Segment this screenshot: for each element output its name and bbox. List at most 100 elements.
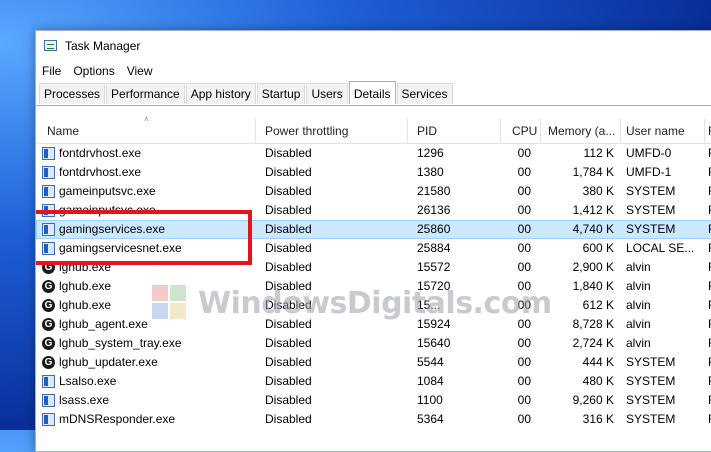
memory-value: 612 K [582,298,614,312]
column-separator[interactable] [704,119,705,143]
pid-value: 1100 [417,393,443,407]
column-header-user-name[interactable]: User name [626,119,685,143]
table-row[interactable]: lsass.exeDisabled1100009,260 KSYSTEMR [36,391,711,410]
column-header-power-throttling[interactable]: Power throttling [265,119,348,143]
windowsdigitals-logo-icon [152,285,188,321]
power-throttling-value: Disabled [265,222,312,236]
window-process-icon [42,147,55,160]
pid-value: 25860 [417,222,451,236]
user-name-value: SYSTEM [626,355,676,369]
cpu-value: 00 [517,184,531,198]
user-name-value: alvin [626,317,651,331]
cpu-value: 00 [517,374,531,388]
memory-value: 8,728 K [572,317,614,331]
window-process-icon [42,413,55,426]
pid-value: 1296 [417,146,444,160]
memory-value: 4,740 K [572,222,614,236]
user-name-value: SYSTEM [626,412,676,426]
column-header-memory[interactable]: Memory (a... [548,119,618,143]
cpu-value: 00 [517,393,531,407]
cpu-value: 00 [517,336,531,350]
user-name-value: alvin [626,279,651,293]
menu-options[interactable]: Options [67,62,120,82]
power-throttling-value: Disabled [265,374,312,388]
process-name: fontdrvhost.exe [59,146,142,160]
memory-value: 600 K [582,241,614,255]
process-name: Lsalso.exe [59,374,117,388]
window-process-icon [42,375,55,388]
column-header-cpu[interactable]: CPU [512,119,537,143]
column-separator[interactable] [620,119,621,143]
watermark: WindowsDigitals.com [152,283,552,323]
memory-value: 1,412 K [572,203,614,217]
memory-value: 9,260 K [572,393,614,407]
logitech-g-icon: G [42,318,55,331]
tab-startup[interactable]: Startup [256,83,306,104]
window-title: Task Manager [65,39,141,53]
table-row[interactable]: Lsalso.exeDisabled108400480 KSYSTEMR [36,372,711,391]
tab-services[interactable]: Services [396,83,453,104]
tab-users[interactable]: Users [306,83,348,104]
tab-processes[interactable]: Processes [39,83,106,104]
user-name-value: alvin [626,260,651,274]
column-header-pid[interactable]: PID [417,119,437,143]
power-throttling-value: Disabled [265,393,312,407]
process-name: lsass.exe [59,393,110,407]
tab-app-history[interactable]: App history [185,83,256,104]
tab-details[interactable]: Details [348,81,396,104]
column-separator[interactable] [255,119,256,143]
user-name-value: SYSTEM [626,203,676,217]
memory-value: 444 K [582,355,614,369]
table-row[interactable]: gameinputsvc.exe Disabled 21580 00 380 K SYST… [36,182,711,201]
cpu-value: 00 [517,165,531,179]
power-throttling-value: Disabled [265,355,312,369]
pid-value: 26136 [417,203,451,217]
task-manager-window: Task Manager File Options View Processes… [35,30,711,452]
logitech-g-icon: G [42,299,55,312]
cpu-value: 00 [517,260,531,274]
memory-value: 1,784 K [572,165,614,179]
column-separator[interactable] [540,119,541,143]
memory-value: 2,900 K [572,260,614,274]
power-throttling-value: Disabled [265,146,312,160]
logitech-g-icon: G [42,337,55,350]
menu-bar: File Options View [36,62,159,82]
window-process-icon [42,166,55,179]
table-row[interactable]: mDNSResponder.exe Disabled 5364 00 316 K SYST… [36,410,711,429]
column-separator[interactable] [407,119,408,143]
menu-view[interactable]: View [121,62,159,82]
tab-divider [36,105,711,106]
table-row[interactable]: Glghub_system_tray.exe Disabled 15640 00 2,7… [36,334,711,353]
user-name-value: LOCAL SE... [626,241,695,255]
title-bar[interactable]: Task Manager [36,31,711,61]
pid-value: 21580 [417,184,451,198]
logitech-g-icon: G [42,356,55,369]
user-name-value: SYSTEM [626,222,676,236]
cpu-value: 00 [517,203,531,217]
power-throttling-value: Disabled [265,336,312,350]
user-name-value: UMFD-0 [626,146,672,160]
column-separator[interactable] [500,119,501,143]
power-throttling-value: Disabled [265,184,312,198]
memory-value: 2,724 K [572,336,614,350]
table-row[interactable]: Glghub_updater.exe Disabled 5544 00 444 K SYS… [36,353,711,372]
table-header: Name Power throttling PID CPU Memory (a.… [36,119,711,144]
menu-file[interactable]: File [36,62,67,82]
highlight-annotation-box [36,210,252,265]
memory-value: 316 K [582,412,614,426]
process-name: lghub_updater.exe [59,355,158,369]
power-throttling-value: Disabled [265,260,312,274]
column-header-name[interactable]: Name [47,119,79,143]
user-name-value: SYSTEM [626,393,676,407]
cpu-value: 00 [517,241,531,255]
task-manager-icon [44,40,57,51]
pid-value: 1380 [417,165,444,179]
table-row[interactable]: fontdrvhost.exe Disabled 1380 00 1,784 K UMFD… [36,163,711,182]
power-throttling-value: Disabled [265,241,312,255]
memory-value: 380 K [582,184,614,198]
user-name-value: UMFD-1 [626,165,672,179]
power-throttling-value: Disabled [265,203,312,217]
pid-value: 5544 [417,355,444,369]
table-row[interactable]: fontdrvhost.exe Disabled 1296 00 112 K UMFD-0… [36,144,711,163]
tab-performance[interactable]: Performance [106,83,185,104]
